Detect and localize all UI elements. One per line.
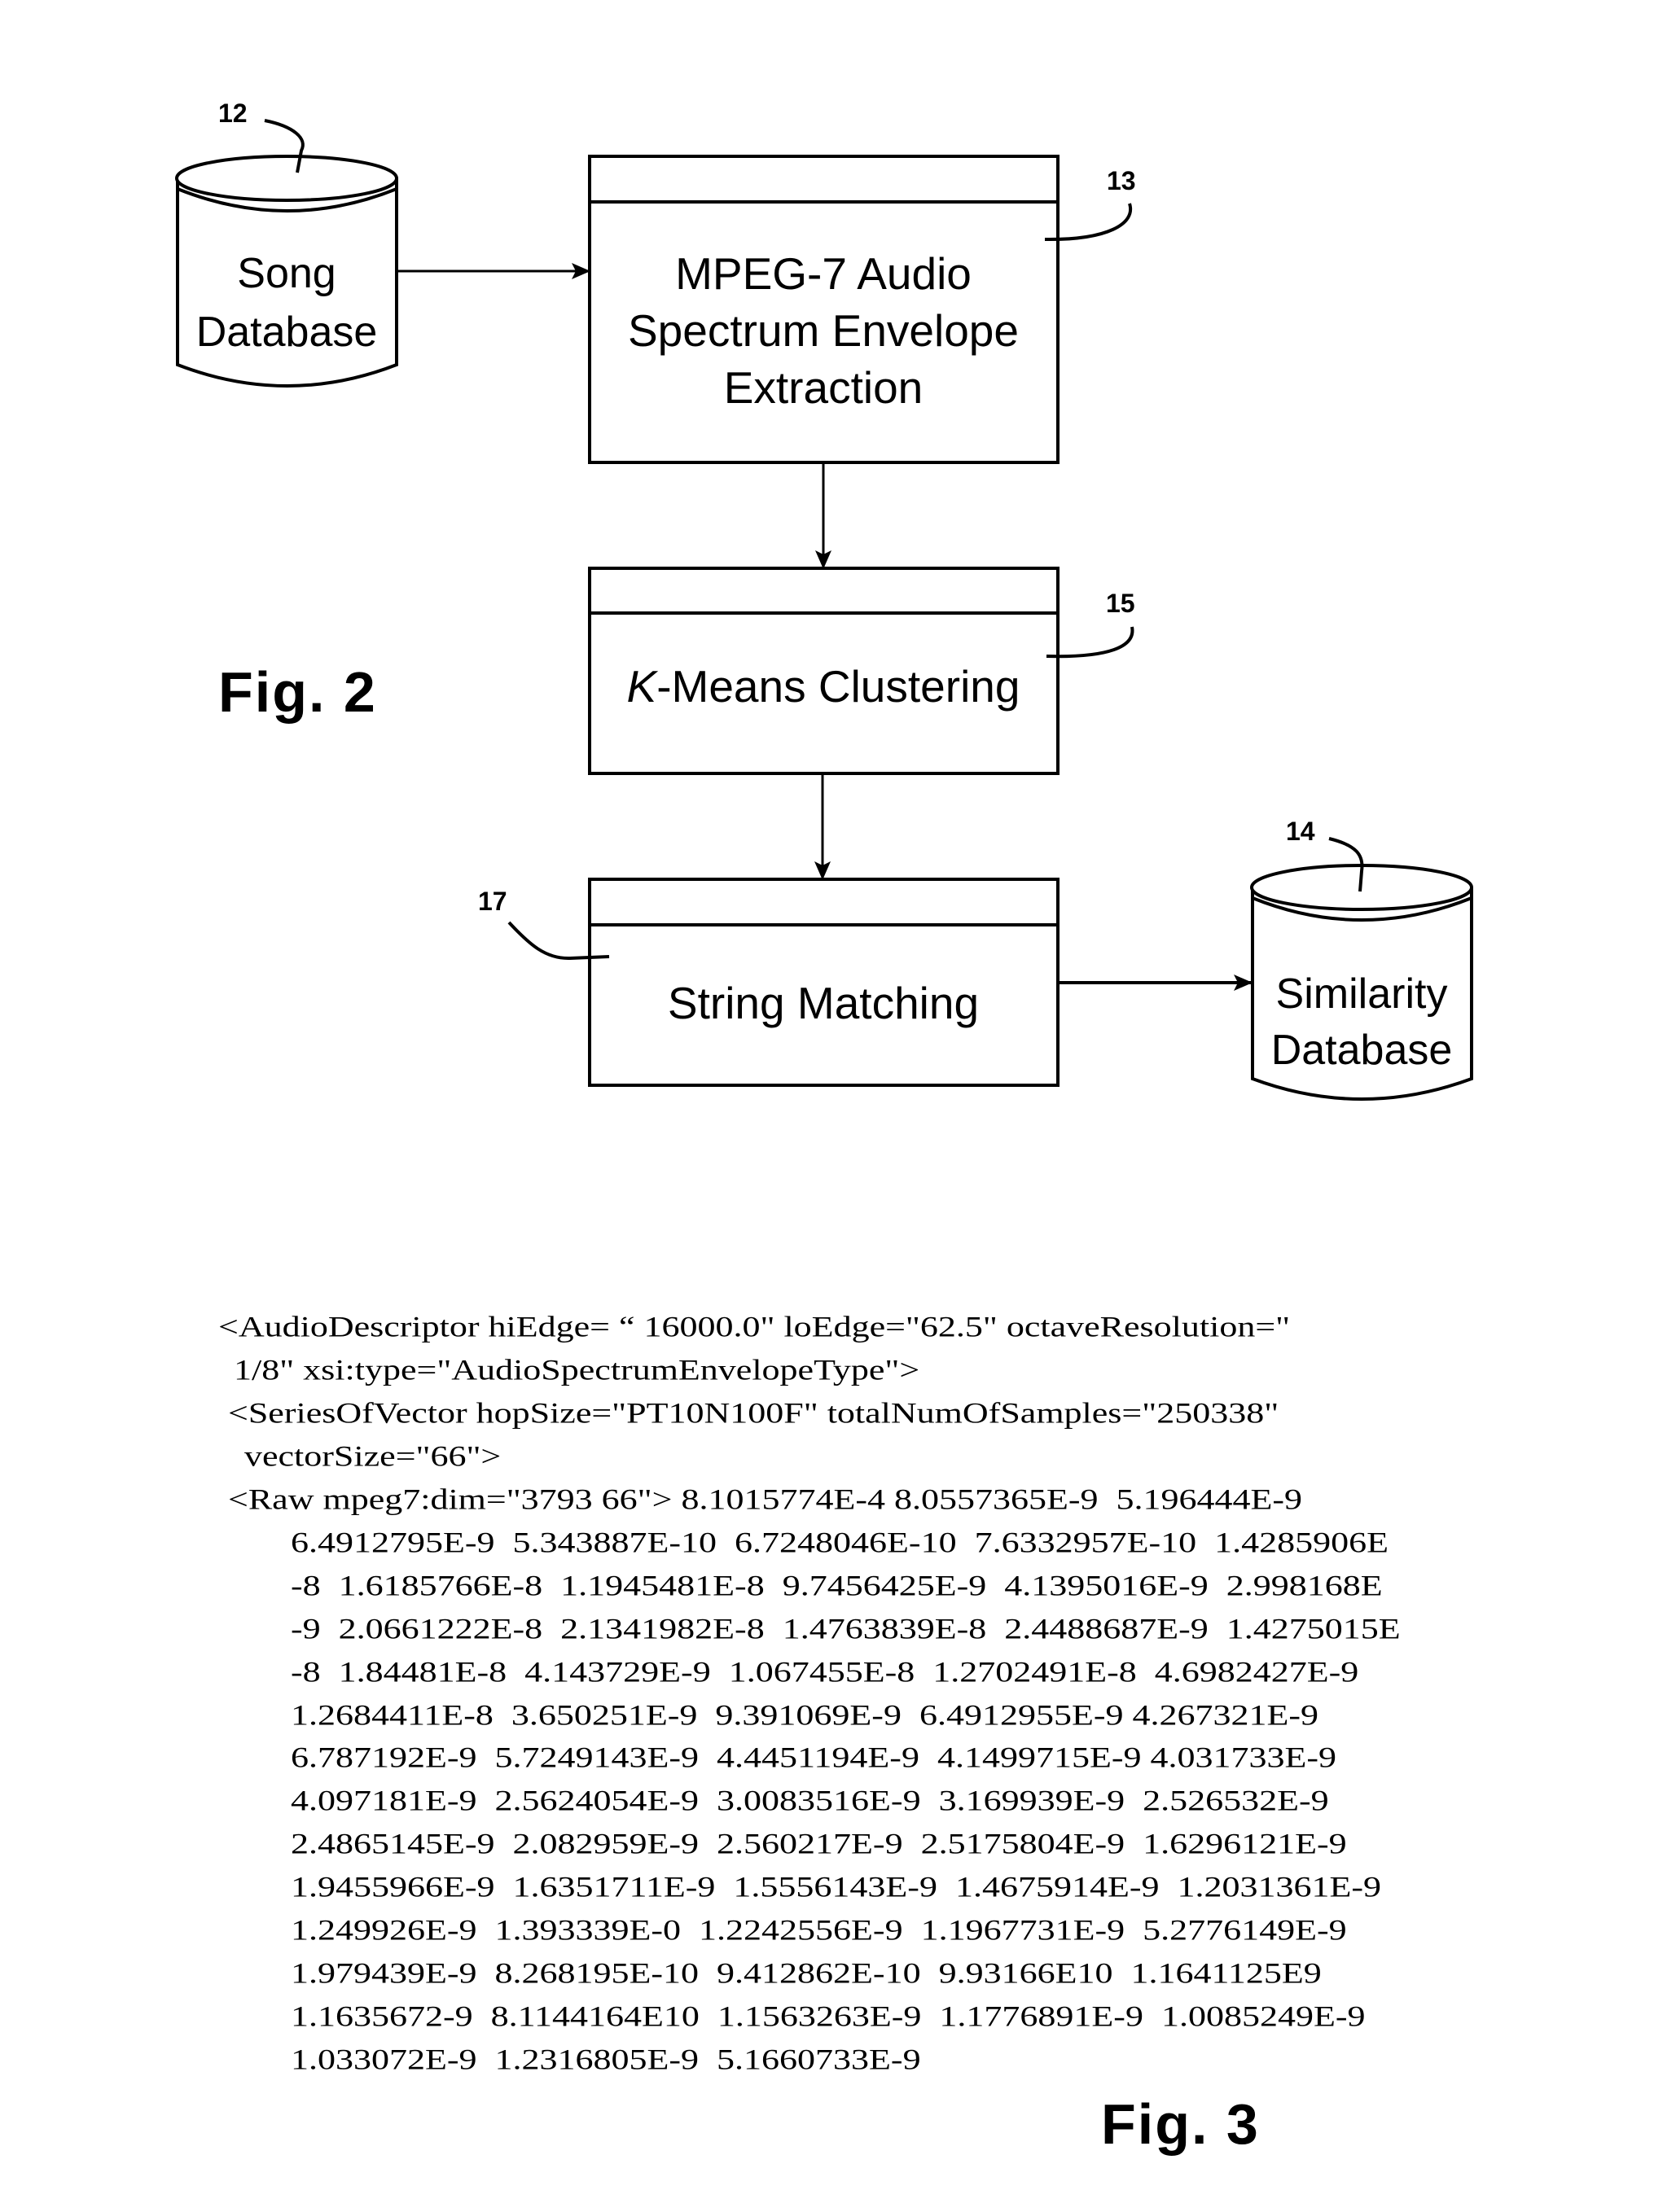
kmeans-label-k: K	[627, 661, 659, 712]
xml-line: 1.979439E-9 8.268195E-10 9.412862E-10 9.…	[291, 1956, 1322, 1990]
similarity-database-label-line2: Database	[1271, 1027, 1453, 1074]
song-database-label-line1: Song	[237, 250, 336, 297]
cylinder-top	[175, 155, 398, 202]
xml-line: 1.033072E-9 1.2316805E-9 5.1660733E-9	[291, 2043, 921, 2076]
ase-label-line3: Extraction	[724, 362, 924, 413]
ref-numeral-15: 15	[1106, 589, 1135, 618]
song-database-label-line2: Database	[196, 309, 378, 356]
xml-line: 1.2684411E-8 3.650251E-9 9.391069E-9 6.4…	[291, 1697, 1319, 1732]
xml-line: 1.249926E-9 1.393339E-0 1.2242556E-9 1.1…	[291, 1913, 1347, 1947]
string-matching-label: String Matching	[668, 978, 979, 1028]
xml-line: -8 1.6185766E-8 1.1945481E-8 9.7456425E-…	[291, 1569, 1383, 1602]
song-database-cylinder: Song Database	[175, 155, 398, 388]
xml-line: 1.9455966E-9 1.6351711E-9 1.5556143E-9 1…	[291, 1870, 1382, 1903]
figure-3-caption: Fig. 3	[1101, 2092, 1260, 2156]
figure-2-diagram: Song Database 12 MPEG-7 Audio Spectrum E…	[175, 99, 1473, 1101]
similarity-database-label-line1: Similarity	[1276, 970, 1448, 1018]
xml-line: 6.787192E-9 5.7249143E-9 4.4451194E-9 4.…	[291, 1741, 1337, 1775]
ref-numeral-12: 12	[218, 99, 248, 128]
xml-line: 1/8" xsi:type="AudioSpectrumEnvelopeType…	[234, 1353, 920, 1386]
ase-label-line1: MPEG-7 Audio	[675, 248, 972, 299]
xml-line: 2.4865145E-9 2.082959E-9 2.560217E-9 2.5…	[291, 1827, 1347, 1860]
xml-line: 6.4912795E-9 5.343887E-10 6.7248046E-10 …	[291, 1526, 1389, 1559]
xml-line: <AudioDescriptor hiEdge= “ 16000.0" loEd…	[218, 1310, 1291, 1344]
xml-line: vectorSize="66">	[244, 1439, 502, 1473]
ref-numeral-14: 14	[1286, 817, 1315, 846]
leader-line-17	[507, 921, 610, 961]
ref-numeral-13: 13	[1107, 166, 1136, 195]
ase-extraction-box: MPEG-7 Audio Spectrum Envelope Extractio…	[588, 155, 1060, 464]
xml-line: -9 2.0661222E-8 2.1341982E-8 1.4763839E-…	[291, 1612, 1401, 1645]
xml-line: 4.097181E-9 2.5624054E-9 3.0083516E-9 3.…	[291, 1784, 1329, 1817]
kmeans-label: K-Means Clustering	[627, 661, 1020, 712]
ref-numeral-17: 17	[478, 887, 507, 916]
xml-line: -8 1.84481E-8 4.143729E-9 1.067455E-8 1.…	[291, 1655, 1359, 1689]
xml-line: <SeriesOfVector hopSize="PT10N100F" tota…	[228, 1396, 1279, 1430]
string-matching-box: String Matching	[588, 878, 1060, 1087]
figure-2-caption: Fig. 2	[218, 660, 377, 724]
kmeans-label-rest: -Means Clustering	[656, 661, 1020, 712]
ase-label-line2: Spectrum Envelope	[628, 305, 1019, 356]
kmeans-box: K-Means Clustering	[588, 567, 1060, 775]
xml-line: 1.1635672-9 8.1144164E10 1.1563263E-9 1.…	[291, 2000, 1366, 2033]
xml-line: <Raw mpeg7:dim="3793 66"> 8.1015774E-4 8…	[228, 1483, 1303, 1516]
similarity-database-cylinder: Similarity Database	[1250, 864, 1473, 1101]
